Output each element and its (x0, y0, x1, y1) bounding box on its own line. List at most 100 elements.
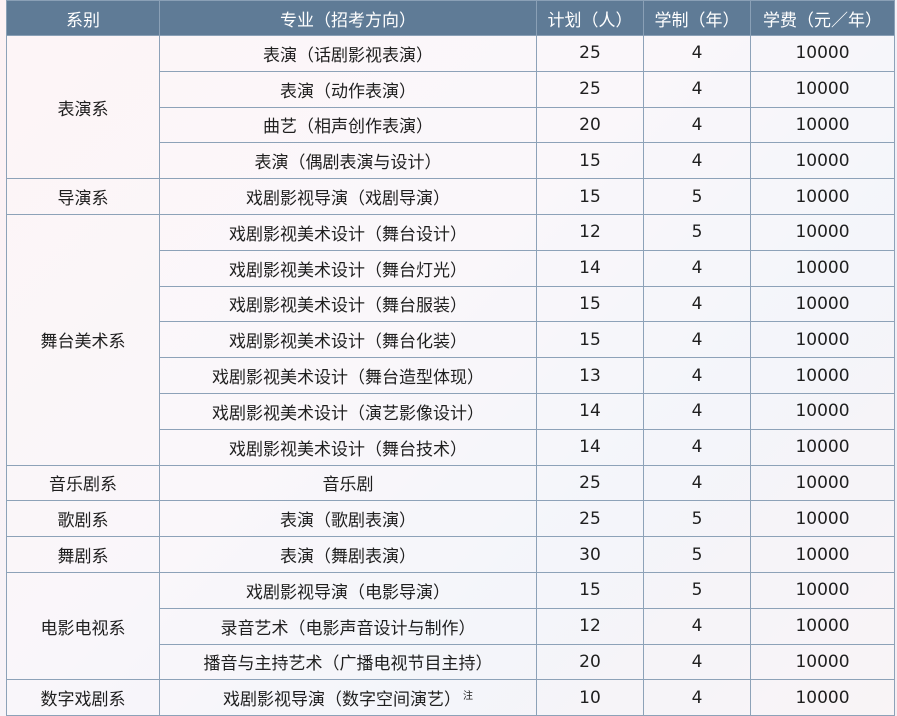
footnote-marker: 注 (463, 690, 473, 702)
plan-cell: 25 (536, 70, 644, 108)
major-cell: 戏剧影视美术设计（舞台化装） (159, 321, 537, 359)
fee-cell: 10000 (750, 500, 895, 538)
fee-cell: 10000 (750, 35, 895, 72)
department-cell: 电影电视系 (6, 571, 160, 681)
major-cell: 戏剧影视美术设计（舞台技术） (159, 428, 537, 466)
fee-cell: 10000 (750, 607, 895, 645)
major-cell: 音乐剧 (159, 464, 537, 502)
header-years: 学制（年） (643, 0, 751, 36)
plan-cell: 14 (536, 392, 644, 430)
plan-cell: 25 (536, 35, 644, 72)
table-row: 表演系 表演（话剧影视表演） 25 4 10000 (6, 34, 895, 180)
header-row: 系别 专业（招考方向） 计划（人） 学制（年） 学费（元／年） (6, 0, 895, 36)
fee-cell: 10000 (750, 679, 895, 716)
fee-cell: 10000 (750, 178, 895, 215)
fee-cell: 10000 (750, 285, 895, 323)
plan-cell: 25 (536, 464, 644, 502)
fee-cell: 10000 (750, 70, 895, 108)
table-row: 舞剧系 表演（舞剧表演） 30 5 10000 (6, 536, 895, 573)
major-cell: 曲艺（相声创作表演） (159, 106, 537, 144)
fee-cell: 10000 (750, 464, 895, 502)
table-body: 表演系 表演（话剧影视表演） 25 4 10000 表演（动作表演） 25 4 10000 曲艺（… (6, 34, 895, 716)
plan-cell: 15 (536, 178, 644, 215)
fee-cell: 10000 (750, 249, 895, 287)
fee-cell: 10000 (750, 142, 895, 180)
table-row: 导演系 戏剧影视导演（戏剧导演） 15 5 10000 (6, 178, 895, 215)
major-cell: 表演（话剧影视表演） (159, 35, 537, 72)
department-cell: 音乐剧系 (6, 464, 160, 502)
table-row: 电影电视系 戏剧影视导演（电影导演） 15 5 10000 (6, 571, 895, 681)
major-text: 表演（舞剧表演） (280, 547, 416, 568)
department-cell: 表演系 (6, 34, 160, 180)
major-cell: 戏剧影视美术设计（舞台灯光） (159, 249, 537, 287)
plan-cell: 12 (536, 607, 644, 645)
plan-cell: 15 (536, 142, 644, 180)
major-text: 戏剧影视美术设计（舞台技术） (229, 439, 467, 460)
plan-cell: 30 (536, 536, 644, 573)
plan-cell: 25 (536, 500, 644, 538)
major-text: 表演（偶剧表演与设计） (254, 153, 442, 174)
header-major: 专业（招考方向） (159, 0, 537, 36)
years-cell: 4 (643, 392, 751, 430)
department-cell: 舞剧系 (6, 536, 160, 573)
major-text: 录音艺术（电影声音设计与制作） (220, 618, 476, 639)
major-text: 表演（话剧影视表演） (263, 45, 433, 66)
years-cell: 4 (643, 106, 751, 144)
major-cell: 表演（偶剧表演与设计） (159, 142, 537, 180)
major-text: 戏剧影视导演（戏剧导演） (246, 189, 450, 210)
years-cell: 4 (643, 35, 751, 72)
major-cell: 戏剧影视美术设计（舞台服装） (159, 285, 537, 323)
department-cell: 导演系 (6, 178, 160, 215)
major-cell: 录音艺术（电影声音设计与制作） (159, 607, 537, 645)
table-row: 歌剧系 表演（歌剧表演） 25 5 10000 (6, 500, 895, 538)
table-row: 音乐剧系 音乐剧 25 4 10000 (6, 464, 895, 502)
major-text: 戏剧影视导演（电影导演） (246, 582, 450, 603)
years-cell: 5 (643, 571, 751, 609)
major-text: 音乐剧 (322, 475, 374, 496)
major-text: 戏剧影视导演（数字空间演艺） (223, 690, 461, 711)
plan-cell: 14 (536, 249, 644, 287)
years-cell: 4 (643, 321, 751, 359)
major-text: 戏剧影视美术设计（舞台造型体现） (212, 368, 484, 389)
years-cell: 4 (643, 70, 751, 108)
major-cell: 戏剧影视美术设计（舞台设计） (159, 213, 537, 251)
plan-cell: 15 (536, 321, 644, 359)
major-text: 戏剧影视美术设计（舞台灯光） (229, 260, 467, 281)
years-cell: 4 (643, 357, 751, 394)
header-plan: 计划（人） (536, 0, 644, 36)
major-cell: 播音与主持艺术（广播电视节目主持） (159, 643, 537, 681)
plan-cell: 12 (536, 213, 644, 251)
major-cell: 戏剧影视导演（电影导演） (159, 571, 537, 609)
plan-cell: 13 (536, 357, 644, 394)
major-cell: 表演（舞剧表演） (159, 536, 537, 573)
table-header: 系别 专业（招考方向） 计划（人） 学制（年） 学费（元／年） (6, 0, 895, 36)
major-cell: 戏剧影视美术设计（舞台造型体现） (159, 357, 537, 394)
plan-cell: 10 (536, 679, 644, 716)
plan-cell: 15 (536, 571, 644, 609)
fee-cell: 10000 (750, 571, 895, 609)
fee-cell: 10000 (750, 357, 895, 394)
department-cell: 数字戏剧系 (6, 679, 160, 716)
fee-cell: 10000 (750, 643, 895, 681)
major-text: 表演（动作表演） (280, 81, 416, 102)
major-text: 戏剧影视美术设计（舞台设计） (229, 224, 467, 245)
header-fee: 学费（元／年） (750, 0, 895, 36)
years-cell: 4 (643, 285, 751, 323)
major-text: 戏剧影视美术设计（舞台服装） (229, 296, 467, 317)
department-cell: 歌剧系 (6, 500, 160, 538)
table-row: 数字戏剧系 戏剧影视导演（数字空间演艺）注 10 4 10000 (6, 679, 895, 716)
years-cell: 5 (643, 178, 751, 215)
major-text: 表演（歌剧表演） (280, 511, 416, 532)
years-cell: 4 (643, 428, 751, 466)
major-text: 戏剧影视美术设计（舞台化装） (229, 332, 467, 353)
fee-cell: 10000 (750, 106, 895, 144)
major-text: 戏剧影视美术设计（演艺影像设计） (212, 403, 484, 424)
department-cell: 舞台美术系 (6, 213, 160, 466)
header-department: 系别 (6, 0, 160, 36)
table-row: 舞台美术系 戏剧影视美术设计（舞台设计） 12 5 10000 (6, 213, 895, 466)
major-text: 曲艺（相声创作表演） (263, 117, 433, 138)
fee-cell: 10000 (750, 536, 895, 573)
years-cell: 5 (643, 536, 751, 573)
years-cell: 4 (643, 464, 751, 502)
plan-cell: 20 (536, 106, 644, 144)
